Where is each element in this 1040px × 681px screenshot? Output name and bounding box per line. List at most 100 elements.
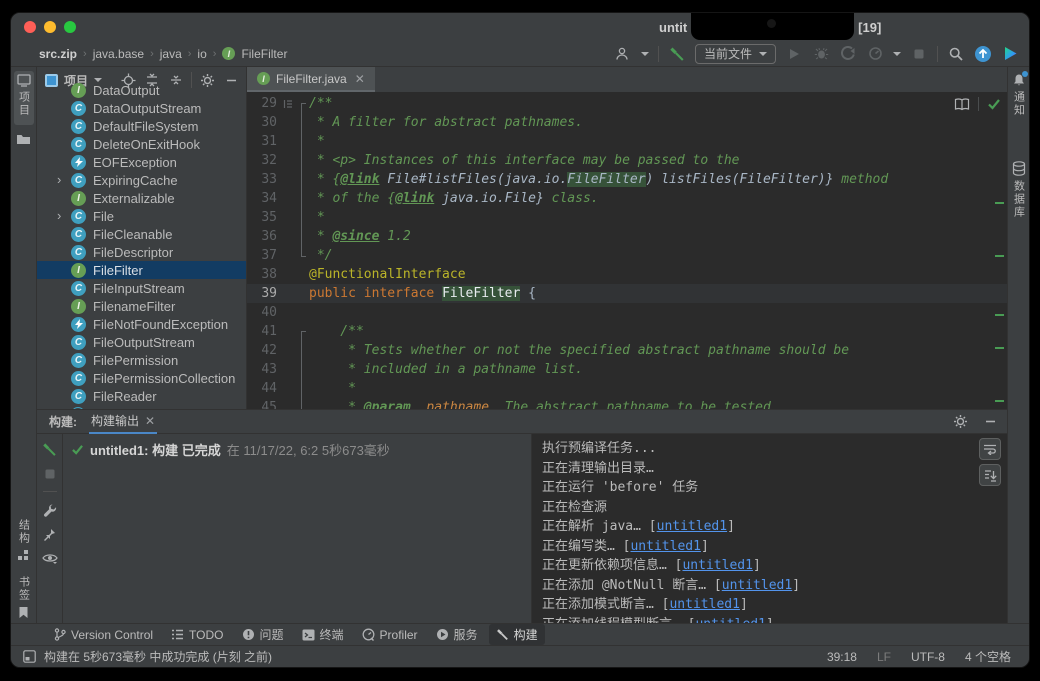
profiler-icon[interactable] bbox=[866, 45, 884, 63]
tool-profiler[interactable]: Profiler bbox=[355, 626, 425, 644]
expand-chevron-icon[interactable]: › bbox=[57, 171, 71, 189]
rendered-doc-toggle-icon[interactable] bbox=[281, 94, 295, 113]
build-console[interactable]: 执行预编译任务...正在清理输出目录…正在运行 'before' 任务正在检查源… bbox=[532, 434, 1007, 623]
rerun-build-icon[interactable] bbox=[42, 442, 57, 457]
tree-item-eofexception[interactable]: EOFException bbox=[37, 153, 246, 171]
tree-item-filereader[interactable]: CFileReader bbox=[37, 387, 246, 405]
update-available-icon[interactable] bbox=[974, 45, 992, 63]
code-line-40[interactable]: 40 bbox=[247, 303, 1007, 322]
file-encoding[interactable]: UTF-8 bbox=[905, 650, 951, 664]
build-settings-gear-icon[interactable] bbox=[951, 413, 969, 431]
notifications-bell-icon[interactable] bbox=[1012, 73, 1026, 87]
tree-item-filepermissioncollection[interactable]: CFilePermissionCollection bbox=[37, 369, 246, 387]
sidebar-item-bookmarks[interactable]: 书签 bbox=[16, 572, 32, 619]
tree-item-dataoutput[interactable]: IDataOutput bbox=[37, 81, 246, 99]
tree-item-defaultfilesystem[interactable]: CDefaultFileSystem bbox=[37, 117, 246, 135]
breadcrumb-java[interactable]: java bbox=[160, 47, 182, 61]
tree-item-file[interactable]: ›CFile bbox=[37, 207, 246, 225]
tree-item-filecleanable[interactable]: CFileCleanable bbox=[37, 225, 246, 243]
tree-item-fileinputstream[interactable]: CFileInputStream bbox=[37, 279, 246, 297]
expand-chevron-icon[interactable]: › bbox=[57, 207, 71, 225]
code-line-42[interactable]: 42 * Tests whether or not the specified … bbox=[247, 341, 1007, 360]
zoom-button[interactable] bbox=[64, 21, 76, 33]
console-module-link[interactable]: untitled1 bbox=[630, 539, 700, 554]
user-account-icon[interactable] bbox=[614, 45, 632, 63]
fold-marker[interactable] bbox=[295, 322, 309, 341]
tree-item-filepermission[interactable]: CFilePermission bbox=[37, 351, 246, 369]
close-button[interactable] bbox=[24, 21, 36, 33]
tool-window-switcher-icon[interactable] bbox=[23, 650, 36, 663]
commit-folder-icon[interactable] bbox=[16, 133, 31, 146]
user-dropdown-chevron-icon[interactable] bbox=[641, 52, 649, 56]
inspections-ok-icon[interactable] bbox=[987, 98, 1001, 110]
console-module-link[interactable]: untitled1 bbox=[657, 519, 727, 534]
pin-tab-icon[interactable] bbox=[43, 528, 56, 541]
build-hammer-icon[interactable] bbox=[668, 45, 686, 63]
tool-terminal[interactable]: 终端 bbox=[295, 624, 351, 645]
code-line-29[interactable]: 29/** bbox=[247, 94, 1007, 113]
code-line-33[interactable]: 33 * {@link File#listFiles(java.io.FileF… bbox=[247, 170, 1007, 189]
breadcrumb-src-zip[interactable]: src.zip bbox=[39, 47, 77, 61]
build-tab-close-icon[interactable]: ✕ bbox=[145, 414, 155, 428]
tree-item-fileoutputstream[interactable]: CFileOutputStream bbox=[37, 333, 246, 351]
tool-services[interactable]: 服务 bbox=[429, 624, 485, 645]
tree-item-externalizable[interactable]: IExternalizable bbox=[37, 189, 246, 207]
run-with-coverage-icon[interactable] bbox=[839, 45, 857, 63]
profiler-dropdown-chevron-icon[interactable] bbox=[893, 52, 901, 56]
notifications-stripe-label[interactable]: 通知 bbox=[1011, 91, 1027, 117]
run-configuration-select[interactable]: 当前文件 bbox=[695, 44, 776, 64]
code-line-37[interactable]: 37 */ bbox=[247, 246, 1007, 265]
reader-mode-icon[interactable] bbox=[954, 98, 970, 111]
tree-item-filenotfoundexception[interactable]: FileNotFoundException bbox=[37, 315, 246, 333]
sidebar-item-project[interactable]: 项目 bbox=[14, 71, 34, 125]
tree-item-dataoutputstream[interactable]: CDataOutputStream bbox=[37, 99, 246, 117]
console-module-link[interactable]: untitled1 bbox=[682, 558, 752, 573]
code-line-36[interactable]: 36 * @since 1.2 bbox=[247, 227, 1007, 246]
code-line-44[interactable]: 44 * bbox=[247, 379, 1007, 398]
code-line-38[interactable]: 38@FunctionalInterface bbox=[247, 265, 1007, 284]
scroll-to-end-icon[interactable] bbox=[979, 464, 1001, 486]
console-module-link[interactable]: untitled1 bbox=[722, 578, 792, 593]
view-options-eye-icon[interactable] bbox=[42, 552, 58, 564]
fold-marker[interactable] bbox=[295, 246, 309, 265]
indent-setting[interactable]: 4 个空格 bbox=[959, 648, 1017, 665]
debug-icon[interactable] bbox=[812, 45, 830, 63]
status-message[interactable]: 构建在 5秒673毫秒 中成功完成 (片刻 之前) bbox=[44, 648, 272, 665]
code-line-45[interactable]: 45 * @param pathname The abstract pathna… bbox=[247, 398, 1007, 409]
database-stripe-label[interactable]: 数据库 bbox=[1011, 180, 1027, 219]
minimize-button[interactable] bbox=[44, 21, 56, 33]
code-line-32[interactable]: 32 * <p> Instances of this interface may… bbox=[247, 151, 1007, 170]
line-ending[interactable]: LF bbox=[871, 650, 897, 664]
code-line-41[interactable]: 41 /** bbox=[247, 322, 1007, 341]
breadcrumb-java-base[interactable]: java.base bbox=[93, 47, 144, 61]
code-line-34[interactable]: 34 * of the {@link java.io.File} class. bbox=[247, 189, 1007, 208]
code-line-30[interactable]: 30 * A filter for abstract pathnames. bbox=[247, 113, 1007, 132]
tool-todo[interactable]: TODO bbox=[164, 626, 230, 644]
stop-icon[interactable] bbox=[910, 45, 928, 63]
tab-close-icon[interactable]: ✕ bbox=[355, 72, 365, 86]
tab-build-output[interactable]: 构建输出 ✕ bbox=[89, 410, 157, 434]
caret-position[interactable]: 39:18 bbox=[821, 650, 863, 664]
code-line-43[interactable]: 43 * included in a pathname list. bbox=[247, 360, 1007, 379]
hide-build-panel-icon[interactable] bbox=[981, 413, 999, 431]
code-line-35[interactable]: 35 * bbox=[247, 208, 1007, 227]
tool-problems[interactable]: 问题 bbox=[235, 624, 291, 645]
build-settings-wrench-icon[interactable] bbox=[43, 503, 57, 517]
console-module-link[interactable]: untitled1 bbox=[695, 617, 765, 624]
fold-marker[interactable] bbox=[295, 94, 309, 113]
code-line-31[interactable]: 31 * bbox=[247, 132, 1007, 151]
console-module-link[interactable]: untitled1 bbox=[669, 597, 739, 612]
breadcrumb-io[interactable]: io bbox=[197, 47, 206, 61]
database-icon[interactable] bbox=[1012, 161, 1026, 176]
build-result-row[interactable]: untitled1: 构建 已完成 在 11/17/22, 6:2 5秒673毫… bbox=[71, 440, 523, 459]
tree-item-filedescriptor[interactable]: CFileDescriptor bbox=[37, 243, 246, 261]
tab-filefilter-java[interactable]: I FileFilter.java ✕ bbox=[247, 67, 375, 92]
code-editor[interactable]: 29/**30 * A filter for abstract pathname… bbox=[247, 92, 1007, 409]
feature-trainer-icon[interactable] bbox=[1001, 45, 1019, 63]
tool-build[interactable]: 构建 bbox=[489, 624, 545, 645]
tree-item-filefilter[interactable]: IFileFilter bbox=[37, 261, 246, 279]
search-everywhere-icon[interactable] bbox=[947, 45, 965, 63]
run-icon[interactable] bbox=[785, 45, 803, 63]
code-line-39[interactable]: 39public interface FileFilter { bbox=[247, 284, 1007, 303]
breadcrumb-filefilter[interactable]: FileFilter bbox=[241, 47, 287, 61]
